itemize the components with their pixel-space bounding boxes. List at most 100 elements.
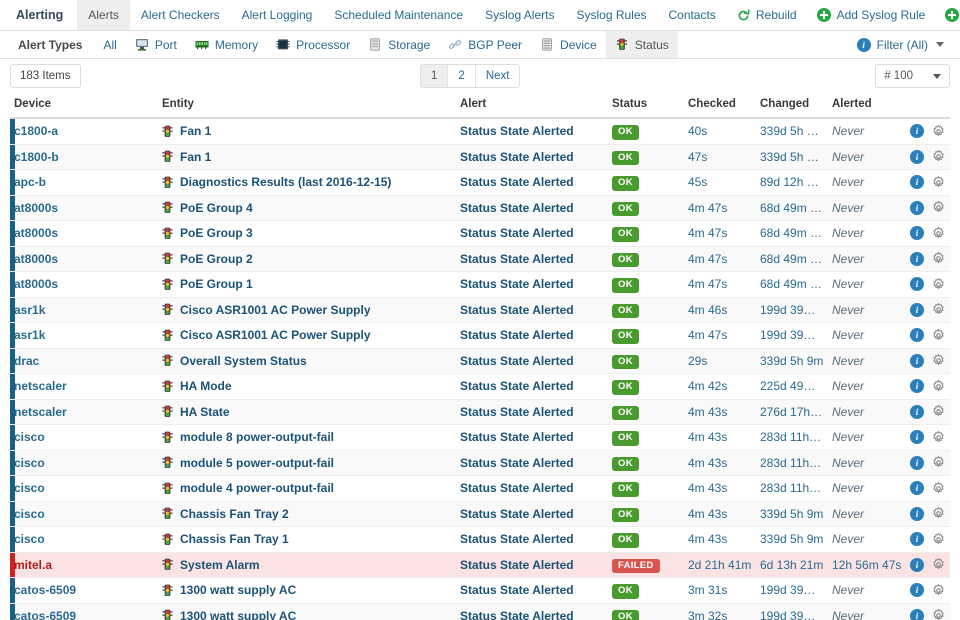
nav-item-alert-logging[interactable]: Alert Logging bbox=[231, 0, 324, 30]
gear-icon[interactable] bbox=[932, 125, 945, 138]
entity-link[interactable]: 1300 watt supply AC bbox=[180, 609, 296, 620]
info-icon[interactable]: i bbox=[910, 354, 924, 368]
gear-icon[interactable] bbox=[932, 176, 945, 189]
entity-link[interactable]: 1300 watt supply AC bbox=[180, 583, 296, 597]
entity-link[interactable]: Chassis Fan Tray 1 bbox=[180, 532, 289, 546]
device-link[interactable]: asr1k bbox=[14, 303, 45, 317]
alert-link[interactable]: Status State Alerted bbox=[460, 277, 574, 291]
gear-icon[interactable] bbox=[932, 584, 945, 597]
device-link[interactable]: at8000s bbox=[14, 201, 58, 215]
alert-type-memory[interactable]: Memory bbox=[186, 31, 267, 58]
gear-icon[interactable] bbox=[932, 227, 945, 240]
info-icon[interactable]: i bbox=[910, 507, 924, 521]
table-row[interactable]: mitel.a System AlarmStatus State Alerted… bbox=[10, 552, 950, 578]
gear-icon[interactable] bbox=[932, 329, 945, 342]
entity-link[interactable]: module 5 power-output-fail bbox=[180, 456, 334, 470]
alert-link[interactable]: Status State Alerted bbox=[460, 507, 574, 521]
entity-link[interactable]: PoE Group 4 bbox=[180, 201, 253, 215]
per-page-select-top[interactable]: # 100 bbox=[875, 64, 950, 88]
table-row[interactable]: c1800-a Fan 1Status State AlertedOK40s33… bbox=[10, 118, 950, 144]
gear-icon[interactable] bbox=[932, 405, 945, 418]
info-icon[interactable]: i bbox=[910, 532, 924, 546]
alert-link[interactable]: Status State Alerted bbox=[460, 252, 574, 266]
info-icon[interactable]: i bbox=[910, 583, 924, 597]
gear-icon[interactable] bbox=[932, 431, 945, 444]
alert-link[interactable]: Status State Alerted bbox=[460, 430, 574, 444]
entity-link[interactable]: Fan 1 bbox=[180, 150, 211, 164]
device-link[interactable]: mitel.a bbox=[14, 558, 52, 572]
table-row[interactable]: cisco Chassis Fan Tray 1 Status State Ale… bbox=[10, 527, 950, 553]
gear-icon[interactable] bbox=[932, 380, 945, 393]
gear-icon[interactable] bbox=[932, 507, 945, 520]
entity-link[interactable]: PoE Group 1 bbox=[180, 277, 253, 291]
entity-link[interactable]: Cisco ASR1001 AC Power Supply bbox=[180, 303, 371, 317]
device-link[interactable]: cisco bbox=[14, 481, 45, 495]
device-link[interactable]: cisco bbox=[14, 430, 45, 444]
device-link[interactable]: c1800-a bbox=[14, 124, 58, 138]
entity-link[interactable]: Fan 1 bbox=[180, 124, 211, 138]
gear-icon[interactable] bbox=[932, 558, 945, 571]
alert-link[interactable]: Status State Alerted bbox=[460, 226, 574, 240]
pager-page-1[interactable]: 1 bbox=[421, 65, 448, 87]
alert-link[interactable]: Status State Alerted bbox=[460, 609, 574, 620]
device-link[interactable]: drac bbox=[14, 354, 39, 368]
alert-link[interactable]: Status State Alerted bbox=[460, 405, 574, 419]
gear-icon[interactable] bbox=[932, 354, 945, 367]
alert-link[interactable]: Status State Alerted bbox=[460, 150, 574, 164]
device-link[interactable]: c1800-b bbox=[14, 150, 59, 164]
alert-type-all[interactable]: All bbox=[94, 31, 125, 58]
gear-icon[interactable] bbox=[932, 150, 945, 163]
entity-link[interactable]: Diagnostics Results (last 2016-12-15) bbox=[180, 175, 391, 189]
device-link[interactable]: cisco bbox=[14, 532, 45, 546]
nav-item-alert-checkers[interactable]: Alert Checkers bbox=[130, 0, 231, 30]
add-syslog-rule-button[interactable]: Add Syslog Rule bbox=[807, 0, 936, 30]
info-icon[interactable]: i bbox=[910, 328, 924, 342]
device-link[interactable]: apc-b bbox=[14, 175, 46, 189]
table-row[interactable]: asr1k Cisco ASR1001 AC Power SupplyStatu… bbox=[10, 323, 950, 349]
device-link[interactable]: at8000s bbox=[14, 277, 58, 291]
alert-link[interactable]: Status State Alerted bbox=[460, 175, 574, 189]
table-row[interactable]: asr1k Cisco ASR1001 AC Power SupplyStatu… bbox=[10, 297, 950, 323]
gear-icon[interactable] bbox=[932, 201, 945, 214]
gear-icon[interactable] bbox=[932, 533, 945, 546]
table-row[interactable]: c1800-b Fan 1Status State AlertedOK47s33… bbox=[10, 144, 950, 170]
alert-link[interactable]: Status State Alerted bbox=[460, 532, 574, 546]
entity-link[interactable]: Chassis Fan Tray 2 bbox=[180, 507, 289, 521]
info-icon[interactable]: i bbox=[910, 124, 924, 138]
info-icon[interactable]: i bbox=[910, 252, 924, 266]
alert-type-device[interactable]: Device bbox=[531, 31, 606, 58]
gear-icon[interactable] bbox=[932, 303, 945, 316]
alert-type-storage[interactable]: Storage bbox=[359, 31, 439, 58]
table-row[interactable]: catos-6509 1300 watt supply ACStatus Sta… bbox=[10, 603, 950, 620]
info-icon[interactable]: i bbox=[910, 456, 924, 470]
entity-link[interactable]: PoE Group 2 bbox=[180, 252, 253, 266]
entity-link[interactable]: module 8 power-output-fail bbox=[180, 430, 334, 444]
gear-icon[interactable] bbox=[932, 252, 945, 265]
alert-link[interactable]: Status State Alerted bbox=[460, 456, 574, 470]
device-link[interactable]: cisco bbox=[14, 456, 45, 470]
pager-page-2[interactable]: 2 bbox=[448, 65, 475, 87]
entity-link[interactable]: HA Mode bbox=[180, 379, 232, 393]
info-icon[interactable]: i bbox=[910, 303, 924, 317]
device-link[interactable]: at8000s bbox=[14, 226, 58, 240]
nav-item-syslog-alerts[interactable]: Syslog Alerts bbox=[474, 0, 565, 30]
alert-link[interactable]: Status State Alerted bbox=[460, 328, 574, 342]
table-row[interactable]: cisco module 4 power-output-failStatus S… bbox=[10, 476, 950, 502]
table-row[interactable]: cisco Chassis Fan Tray 2Status State Ale… bbox=[10, 501, 950, 527]
nav-item-syslog-rules[interactable]: Syslog Rules bbox=[565, 0, 657, 30]
table-row[interactable]: at8000s PoE Group 2Status State AlertedO… bbox=[10, 246, 950, 272]
entity-link[interactable]: System Alarm bbox=[180, 558, 260, 572]
entity-link[interactable]: Cisco ASR1001 AC Power Supply bbox=[180, 328, 371, 342]
alert-link[interactable]: Status State Alerted bbox=[460, 201, 574, 215]
gear-icon[interactable] bbox=[932, 482, 945, 495]
table-row[interactable]: at8000s PoE Group 1Status State AlertedO… bbox=[10, 272, 950, 298]
rebuild-button[interactable]: Rebuild bbox=[727, 0, 807, 30]
nav-item-contacts[interactable]: Contacts bbox=[658, 0, 727, 30]
alert-type-processor[interactable]: Processor bbox=[267, 31, 359, 58]
alert-link[interactable]: Status State Alerted bbox=[460, 354, 574, 368]
table-row[interactable]: netscaler HA StateStatus State AlertedOK… bbox=[10, 399, 950, 425]
table-row[interactable]: cisco module 5 power-output-fail Status S… bbox=[10, 450, 950, 476]
info-icon[interactable]: i bbox=[910, 201, 924, 215]
device-link[interactable]: netscaler bbox=[14, 379, 67, 393]
table-row[interactable]: drac Overall System StatusStatus State A… bbox=[10, 348, 950, 374]
